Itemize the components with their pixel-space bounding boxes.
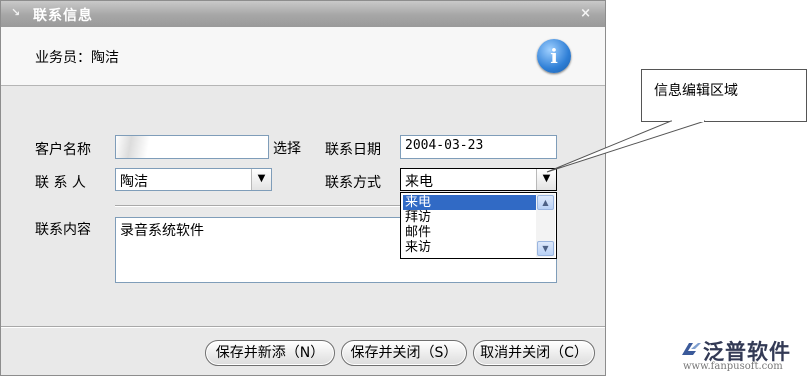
logo-mark-icon <box>682 343 701 355</box>
callout-pointer <box>546 120 706 173</box>
company-logo: 泛普软件 www.fanpusoft.com <box>677 336 807 376</box>
logo-url: www.fanpusoft.com <box>683 361 783 372</box>
